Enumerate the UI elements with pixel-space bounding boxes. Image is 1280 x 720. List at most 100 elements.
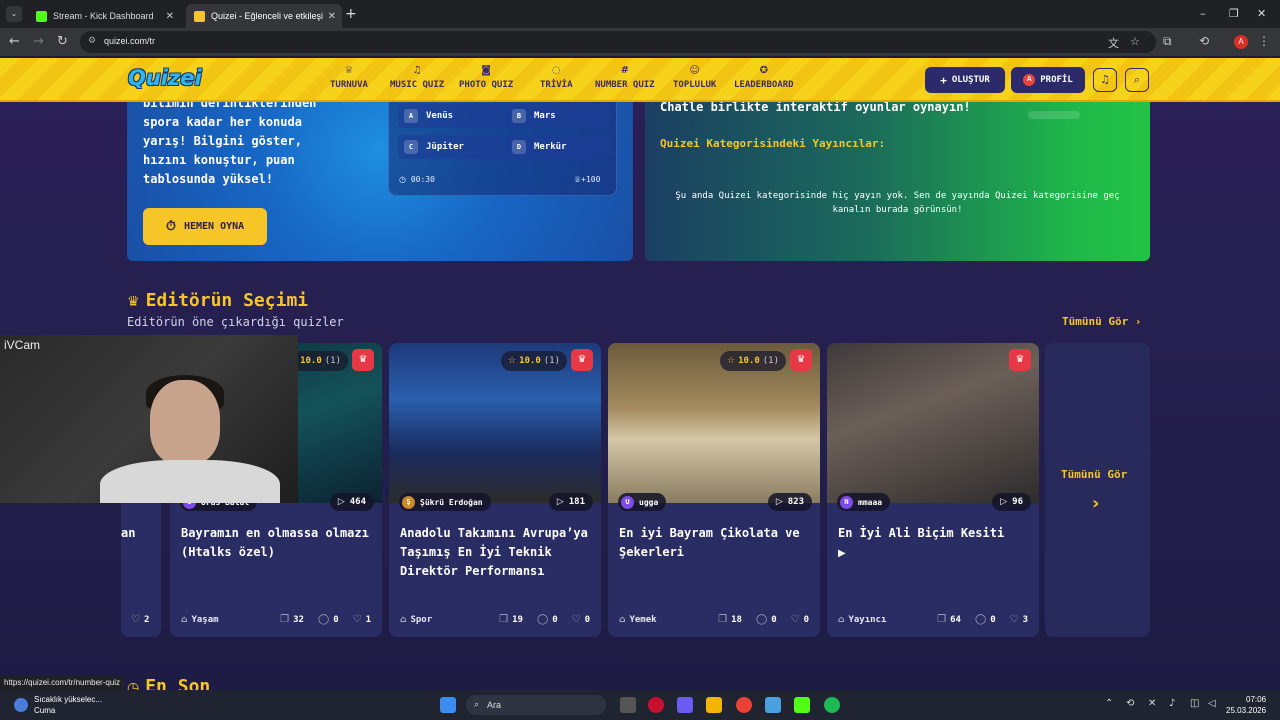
copilot-icon[interactable] [677, 697, 693, 713]
play-now-button[interactable]: ⏱ HEMEN OYNA [143, 208, 267, 245]
heart-icon: ♡ [571, 614, 581, 625]
quiz-author[interactable]: Nmmaaa [837, 493, 891, 511]
author-avatar: Ş [402, 495, 415, 509]
forward-icon[interactable]: → [33, 34, 44, 49]
questions-icon: ❐ [937, 614, 947, 625]
tab-quizei[interactable]: Quizei - Eğlenceli ve etkileşimli ✕ [186, 4, 342, 28]
close-window-icon[interactable]: ✕ [1257, 7, 1266, 20]
quiz-title[interactable]: Bayramın en olmassa olmazı (Htalks özel) [181, 524, 376, 562]
wifi-icon[interactable]: ◫ [1190, 698, 1199, 709]
nav-photo-quiz[interactable]: ◙ PHOTO QUIZ [459, 65, 513, 90]
play-count-badge: ▷ 96 [992, 493, 1031, 511]
task-view-icon[interactable] [620, 697, 636, 713]
crown-icon: ♛ [127, 294, 140, 310]
extensions-icon[interactable]: ⧉ [1163, 34, 1172, 49]
plus-icon: + [940, 73, 947, 87]
translate-icon[interactable]: 文 [1108, 35, 1119, 51]
quiz-card[interactable]: ☆ 10.0 (1) ♛ Uugga ▷ 823 En iyi Bayram Çiko… [608, 343, 820, 637]
taskbar-search[interactable]: ⌕ Ara [466, 695, 606, 715]
quiz-card[interactable]: ♛ Nmmaaa ▷ 96 En İyi Ali Biçim Kesiti ▶ ⌂ Y… [827, 343, 1039, 637]
see-all-link[interactable]: Tümünü Gör › [1062, 315, 1141, 328]
close-tab-icon[interactable]: ✕ [166, 11, 174, 22]
quiz-author[interactable]: Ş Şükrü Erdoğan [399, 493, 491, 511]
answer-option-c[interactable]: C Jüpiter [398, 135, 503, 159]
answer-option-a[interactable]: A Venüs [398, 104, 503, 128]
nav-leaderboard[interactable]: ✪ LEADERBOARD [734, 65, 794, 90]
tab-search-button[interactable]: ⌄ [6, 6, 22, 22]
history-icon[interactable]: ⟲ [1199, 34, 1209, 48]
quiz-card[interactable]: ☆ 10.0 (1) ♛ Ş Şükrü Erdoğan ▷ 181 Anadolu T… [389, 343, 601, 637]
chrome-icon[interactable] [736, 697, 752, 713]
heart-icon: ♡ [352, 614, 362, 625]
restore-icon[interactable]: ❐ [1229, 7, 1239, 20]
nav-music-quiz[interactable]: ♫ MUSIC QUIZ [390, 65, 444, 90]
quiz-author[interactable]: Uugga [618, 493, 667, 511]
users-icon: ☺ [689, 65, 700, 76]
browser-toolbar: ← → ↻ ⚙ quizei.com/tr 文 ☆ ⧉ ⟲ ⋮ [0, 28, 1280, 56]
new-tab-button[interactable]: + [345, 6, 357, 22]
editors-choice-title: ♛ Editörün Seçimi [127, 290, 309, 311]
editors-choice-subtitle: Editörün öne çıkardığı quizler [127, 315, 344, 329]
back-icon[interactable]: ← [9, 34, 20, 49]
kick-app-icon[interactable] [794, 697, 810, 713]
streamers-title: Quizei Kategorisindeki Yayıncılar: [660, 137, 886, 150]
comment-icon: ◯ [536, 614, 549, 625]
system-clock[interactable]: 07:06 25.03.2026 [1226, 694, 1266, 716]
questions-icon: ❐ [499, 614, 509, 625]
quiz-title[interactable]: En iyi Bayram Çikolata ve Şekerleri [619, 524, 814, 562]
browser-profile-avatar[interactable]: A [1234, 35, 1248, 49]
bookmark-star-icon[interactable]: ☆ [1130, 35, 1140, 48]
nav-number-quiz[interactable]: # NUMBER QUIZ [595, 65, 655, 90]
app-icon[interactable] [765, 697, 781, 713]
streamers-tagline: Chatle birlikte interaktif oyunlar oynay… [660, 100, 971, 114]
quiz-title[interactable]: Anadolu Takımını Avrupa’ya Taşımış En İy… [400, 524, 595, 581]
search-icon[interactable]: ⌕ [1125, 68, 1149, 92]
opera-icon[interactable] [648, 697, 664, 713]
nav-turnuva[interactable]: ♕ TURNUVA [330, 65, 368, 90]
see-all-card[interactable]: Tümünü Gör › [1045, 343, 1150, 637]
answer-option-d[interactable]: D Merkür [506, 135, 611, 159]
play-icon: ▷ [337, 497, 345, 507]
volume-icon[interactable]: ◁ [1208, 698, 1216, 709]
reload-icon[interactable]: ↻ [57, 34, 68, 49]
comment-icon: ◯ [317, 614, 330, 625]
network-tray-icon[interactable]: ⟲ [1126, 698, 1134, 709]
menu-icon[interactable]: ⋮ [1258, 34, 1270, 48]
windows-start-icon[interactable] [440, 697, 456, 713]
profile-button[interactable]: A PROFİL [1011, 67, 1085, 93]
featured-crown-icon: ♛ [571, 349, 593, 371]
sample-question-card: A Venüs B Mars C Jüpiter D Merkür ◷ 00:30 ♕+… [388, 102, 617, 196]
quiz-title[interactable]: En İyi Ali Biçim Kesiti ▶ [838, 524, 1033, 563]
file-explorer-icon[interactable] [706, 697, 722, 713]
close-tab-icon[interactable]: ✕ [328, 11, 336, 22]
microphone-icon[interactable]: ♪ [1169, 698, 1175, 709]
tray-chevron-up-icon[interactable]: ⌃ [1105, 698, 1113, 709]
hero-description: bilimin derinliklerinden spora kadar her… [143, 102, 317, 186]
play-icon: ▷ [775, 497, 783, 507]
nav-topluluk[interactable]: ☺ TOPLULUK [673, 65, 716, 90]
question-timer: ◷ 00:30 [399, 175, 435, 184]
create-button[interactable]: + OLUŞTUR [925, 67, 1005, 93]
streamers-panel: Chatle birlikte interaktif oyunlar oynay… [645, 100, 1150, 261]
webcam-label: iVCam [4, 338, 41, 352]
address-bar[interactable]: ⚙ quizei.com/tr 文 ☆ [80, 31, 1156, 53]
answer-option-b[interactable]: B Mars [506, 104, 611, 128]
camera-icon: ◙ [481, 65, 491, 76]
tab-title: Stream - Kick Dashboard [53, 11, 154, 21]
notifications-bell-icon[interactable]: ♫ [1093, 68, 1117, 92]
site-info-icon[interactable]: ⚙ [88, 36, 96, 46]
minimize-icon[interactable]: – [1200, 7, 1206, 20]
profile-avatar: A [1023, 74, 1036, 86]
nav-trivia[interactable]: ◌ TRİVİA [540, 65, 573, 90]
spotify-icon[interactable] [824, 697, 840, 713]
quizei-favicon-icon [194, 10, 205, 22]
rating-badge: ☆10.0(1) [501, 351, 568, 371]
weather-widget[interactable]: Sıcaklık yükselec... Cuma [14, 694, 102, 716]
hash-icon: # [620, 65, 629, 76]
quiz-stats: ⌂ Yemek ❐ 18 ◯ 0 ♡ 0 [619, 614, 809, 625]
quiz-stats: ⌂ Yaşam ❐ 32 ◯ 0 ♡ 1 [181, 614, 371, 625]
tray-app-icon[interactable]: ✕ [1148, 698, 1156, 709]
tab-kick-dashboard[interactable]: Stream - Kick Dashboard ✕ [28, 4, 180, 28]
quizei-logo[interactable]: Quizei [128, 66, 202, 90]
quiz-stats: ⌂ Yayıncı ❐ 64 ◯ 0 ♡ 3 [838, 614, 1028, 625]
